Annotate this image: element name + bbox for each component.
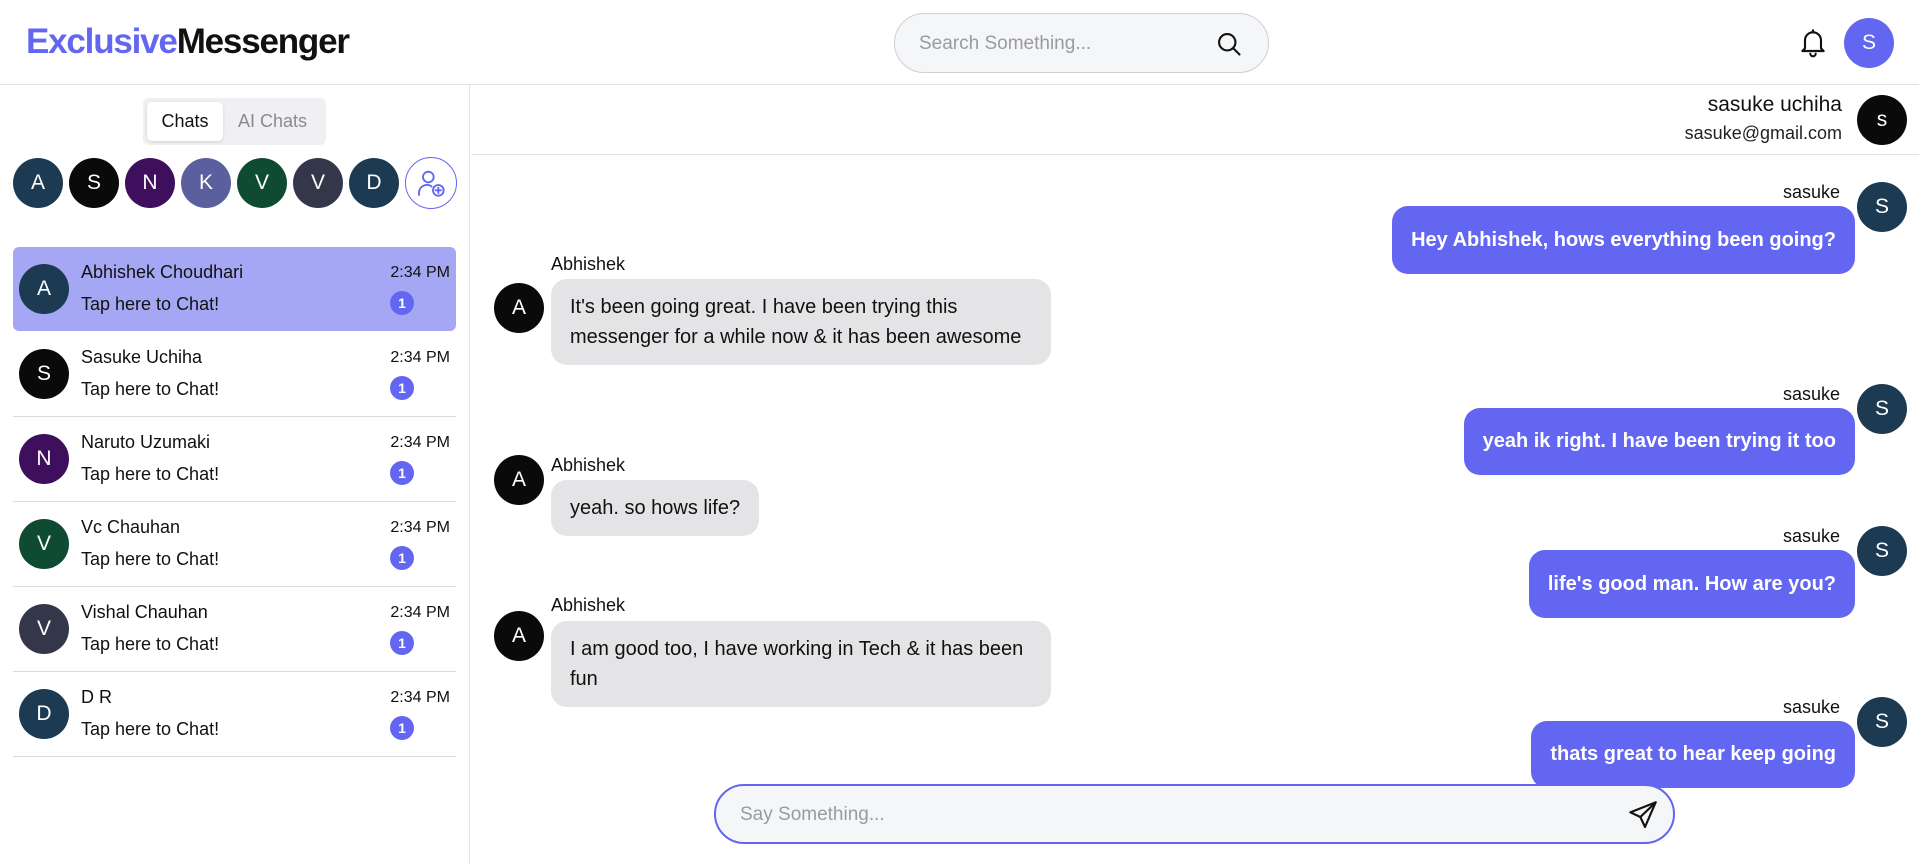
send-icon[interactable] — [1627, 799, 1659, 831]
contact-avatar: N — [19, 434, 69, 484]
search-input[interactable] — [919, 30, 1209, 58]
chat-preview: Tap here to Chat! — [81, 379, 220, 399]
message-sender: sasuke — [1782, 697, 1840, 717]
sender-avatar: S — [1857, 697, 1907, 747]
outgoing-message: thats great to hear keep going — [1531, 721, 1855, 788]
chat-time: 2:34 PM — [390, 264, 450, 281]
message-sender: sasuke — [1782, 182, 1840, 202]
recent-avatar[interactable]: D — [349, 158, 399, 208]
add-user-icon — [418, 170, 445, 197]
chat-tabs: Chats AI Chats — [143, 98, 326, 145]
contact-name: Vc Chauhan — [81, 517, 181, 537]
sender-avatar: A — [494, 611, 544, 661]
contact-avatar: A — [19, 264, 69, 314]
unread-badge: 1 — [390, 291, 414, 315]
message-thread: sasuke S Hey Abhishek, hows everything b… — [471, 156, 1919, 788]
chat-time: 2:34 PM — [390, 519, 450, 536]
sidebar: Chats AI Chats A S N K V V D A Abhishek … — [0, 85, 470, 865]
app-logo[interactable]: ExclusiveMessenger — [26, 22, 350, 62]
chat-time: 2:34 PM — [390, 689, 450, 706]
chat-list-item[interactable]: N Naruto Uzumaki Tap here to Chat! 2:34 … — [13, 417, 456, 502]
chat-list: A Abhishek Choudhari Tap here to Chat! 2… — [13, 247, 456, 757]
incoming-message: It's been going great. I have been tryin… — [551, 279, 1051, 365]
sender-avatar: S — [1857, 526, 1907, 576]
app-title-part1: Exclusive — [26, 22, 178, 61]
contact-name: D R — [81, 687, 112, 707]
contact-email: sasuke@gmail.com — [1684, 123, 1842, 143]
contact-avatar: S — [19, 349, 69, 399]
chat-list-item[interactable]: A Abhishek Choudhari Tap here to Chat! 2… — [13, 247, 456, 331]
incoming-message: yeah. so hows life? — [551, 480, 760, 536]
user-avatar[interactable]: S — [1844, 18, 1894, 68]
incoming-message: I am good too, I have working in Tech & … — [551, 621, 1051, 707]
recent-avatar[interactable]: K — [181, 158, 231, 208]
conversation-header: sasuke uchiha sasuke@gmail.com s — [471, 85, 1919, 155]
contact-name: Abhishek Choudhari — [81, 262, 244, 282]
sender-avatar: A — [494, 455, 544, 505]
bell-icon[interactable] — [1797, 27, 1829, 59]
unread-badge: 1 — [390, 716, 414, 740]
message-input[interactable] — [740, 801, 1600, 829]
chat-preview: Tap here to Chat! — [81, 294, 220, 314]
tab-ai-chats[interactable]: AI Chats — [223, 102, 322, 141]
contact-avatar: D — [19, 689, 69, 739]
chat-time: 2:34 PM — [390, 434, 450, 451]
contact-name: Sasuke Uchiha — [81, 347, 203, 367]
outgoing-message: Hey Abhishek, hows everything been going… — [1392, 206, 1855, 274]
message-composer — [714, 784, 1675, 844]
recent-contacts: A S N K V V D — [13, 157, 457, 209]
add-friend-button[interactable] — [405, 157, 457, 209]
unread-badge: 1 — [390, 546, 414, 570]
chat-preview: Tap here to Chat! — [81, 464, 220, 484]
search-bar — [894, 13, 1269, 73]
contact-avatar: V — [19, 604, 69, 654]
outgoing-message: yeah ik right. I have been trying it too — [1463, 408, 1855, 475]
message-sender: Abhishek — [551, 455, 626, 475]
sender-avatar: A — [494, 283, 544, 333]
sender-avatar: S — [1857, 384, 1907, 434]
chat-time: 2:34 PM — [390, 604, 450, 621]
chat-list-item[interactable]: D D R Tap here to Chat! 2:34 PM 1 — [13, 672, 456, 757]
sender-avatar: S — [1857, 182, 1907, 232]
chat-preview: Tap here to Chat! — [81, 719, 220, 739]
contact-name: Vishal Chauhan — [81, 602, 208, 622]
unread-badge: 1 — [390, 631, 414, 655]
chat-preview: Tap here to Chat! — [81, 549, 220, 569]
contact-avatar[interactable]: s — [1857, 95, 1907, 145]
tab-chats[interactable]: Chats — [147, 102, 223, 141]
unread-badge: 1 — [390, 461, 414, 485]
recent-avatar[interactable]: A — [13, 158, 63, 208]
chat-list-item[interactable]: V Vc Chauhan Tap here to Chat! 2:34 PM 1 — [13, 502, 456, 587]
recent-avatar[interactable]: S — [69, 158, 119, 208]
contact-name: sasuke uchiha — [1707, 93, 1842, 116]
message-sender: Abhishek — [551, 595, 626, 615]
contact-name: Naruto Uzumaki — [81, 432, 211, 452]
contact-avatar: V — [19, 519, 69, 569]
unread-badge: 1 — [390, 376, 414, 400]
recent-avatar[interactable]: V — [237, 158, 287, 208]
recent-avatar[interactable]: N — [125, 158, 175, 208]
search-icon[interactable] — [1215, 30, 1243, 58]
recent-avatar[interactable]: V — [293, 158, 343, 208]
app-title-part2: Messenger — [176, 22, 350, 61]
chat-time: 2:34 PM — [390, 349, 450, 366]
message-sender: sasuke — [1782, 384, 1840, 404]
outgoing-message: life's good man. How are you? — [1528, 550, 1855, 618]
chat-list-item[interactable]: S Sasuke Uchiha Tap here to Chat! 2:34 P… — [13, 332, 456, 417]
message-sender: sasuke — [1782, 526, 1840, 546]
chat-preview: Tap here to Chat! — [81, 634, 220, 654]
top-header: ExclusiveMessenger S — [0, 0, 1919, 85]
chat-list-item[interactable]: V Vishal Chauhan Tap here to Chat! 2:34 … — [13, 587, 456, 672]
message-sender: Abhishek — [551, 254, 626, 274]
